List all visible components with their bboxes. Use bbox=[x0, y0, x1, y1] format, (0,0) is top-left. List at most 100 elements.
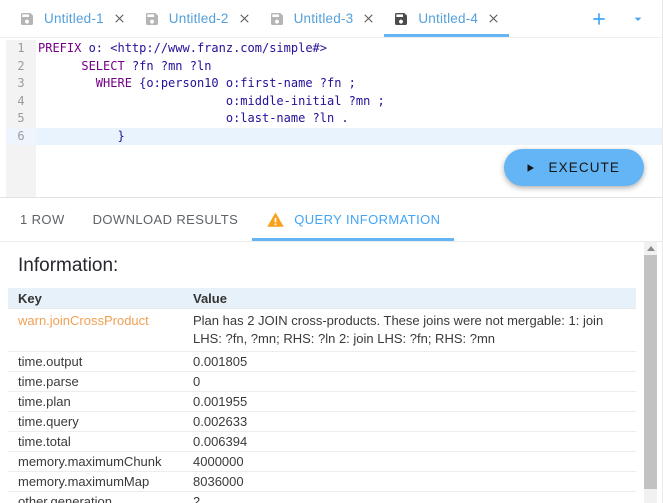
code-line-text: } bbox=[36, 128, 662, 146]
information-table: Key Value warn.joinCrossProduct Plan has… bbox=[8, 288, 636, 503]
row-value: 2 bbox=[183, 492, 636, 503]
editor-tab-label: Untitled-3 bbox=[294, 11, 354, 26]
editor-tabs: Untitled-1 Untitled-2 Untitled-3 Untitle… bbox=[10, 0, 509, 37]
save-icon[interactable] bbox=[144, 11, 160, 27]
table-row: memory.maximumChunk 4000000 bbox=[8, 452, 636, 472]
row-key: memory.maximumMap bbox=[8, 472, 183, 491]
editor-tab-untitled-3[interactable]: Untitled-3 bbox=[260, 0, 385, 37]
results-tab-query-information[interactable]: QUERY INFORMATION bbox=[252, 198, 454, 241]
query-information-panel: Information: Key Value warn.joinCrossPro… bbox=[0, 242, 662, 503]
query-editor[interactable]: 1 PREFIX o: <http://www.franz.com/simple… bbox=[0, 38, 662, 198]
code-line-text: o:last-name ?ln . bbox=[36, 110, 662, 128]
code-segment: WHERE bbox=[96, 76, 132, 90]
results-tab-label: QUERY INFORMATION bbox=[294, 212, 440, 227]
code-segment: } bbox=[38, 129, 125, 143]
editor-tab-untitled-2[interactable]: Untitled-2 bbox=[135, 0, 260, 37]
row-key: warn.joinCrossProduct bbox=[8, 309, 183, 351]
table-row: time.plan 0.001955 bbox=[8, 392, 636, 412]
table-row: other.generation 2 bbox=[8, 492, 636, 503]
code-segment bbox=[38, 59, 81, 73]
editor-tab-untitled-1[interactable]: Untitled-1 bbox=[10, 0, 135, 37]
row-value: 0 bbox=[183, 372, 636, 391]
row-key: time.query bbox=[8, 412, 183, 431]
table-row: warn.joinCrossProduct Plan has 2 JOIN cr… bbox=[8, 309, 636, 352]
row-value: 0.001955 bbox=[183, 392, 636, 411]
editor-tab-bar: Untitled-1 Untitled-2 Untitled-3 Untitle… bbox=[0, 0, 662, 38]
close-tab-icon[interactable] bbox=[487, 12, 500, 25]
row-value: 4000000 bbox=[183, 452, 636, 471]
line-number: 4 bbox=[6, 93, 36, 111]
sparql-query-page: Untitled-1 Untitled-2 Untitled-3 Untitle… bbox=[0, 0, 663, 503]
line-number: 6 bbox=[6, 128, 36, 146]
table-body: warn.joinCrossProduct Plan has 2 JOIN cr… bbox=[8, 309, 636, 503]
code-line-text: SELECT ?fn ?mn ?ln bbox=[36, 58, 662, 76]
row-key: other.generation bbox=[8, 492, 183, 503]
code-segment: PREFIX bbox=[38, 41, 81, 55]
code-line: 6 } bbox=[0, 128, 662, 146]
execute-button[interactable]: EXECUTE bbox=[504, 149, 644, 186]
save-icon[interactable] bbox=[19, 11, 35, 27]
code-line: 3 WHERE {o:person10 o:first-name ?fn ; bbox=[0, 75, 662, 93]
line-number: 2 bbox=[6, 58, 36, 76]
new-tab-plus-icon[interactable] bbox=[590, 10, 608, 28]
table-row: memory.maximumMap 8036000 bbox=[8, 472, 636, 492]
table-header-row: Key Value bbox=[8, 288, 636, 309]
editor-tab-untitled-4[interactable]: Untitled-4 bbox=[384, 0, 509, 37]
tab-bar-actions bbox=[590, 0, 662, 37]
row-key: time.output bbox=[8, 352, 183, 371]
close-tab-icon[interactable] bbox=[238, 12, 251, 25]
code-line: 4 o:middle-initial ?mn ; bbox=[0, 93, 662, 111]
row-value: 0.006394 bbox=[183, 432, 636, 451]
row-value: 8036000 bbox=[183, 472, 636, 491]
vertical-scrollbar[interactable] bbox=[644, 242, 657, 503]
row-key: memory.maximumChunk bbox=[8, 452, 183, 471]
editor-tab-label: Untitled-4 bbox=[418, 11, 478, 26]
execute-button-label: EXECUTE bbox=[549, 160, 620, 175]
results-tab-bar: 1 ROW DOWNLOAD RESULTS QUERY INFORMATION bbox=[0, 198, 662, 242]
column-header-key: Key bbox=[8, 291, 183, 306]
results-tab-label: DOWNLOAD RESULTS bbox=[93, 212, 239, 227]
table-row: time.query 0.002633 bbox=[8, 412, 636, 432]
warning-icon bbox=[266, 211, 285, 229]
line-number: 1 bbox=[6, 40, 36, 58]
save-icon[interactable] bbox=[269, 11, 285, 27]
table-row: time.total 0.006394 bbox=[8, 432, 636, 452]
tab-menu-caret-down-icon[interactable] bbox=[630, 11, 646, 27]
code-segment: ?fn ?mn ?ln bbox=[125, 59, 212, 73]
results-tab-1-row[interactable]: 1 ROW bbox=[6, 198, 79, 241]
close-tab-icon[interactable] bbox=[362, 12, 375, 25]
line-number: 5 bbox=[6, 110, 36, 128]
results-tab-label: 1 ROW bbox=[20, 212, 65, 227]
code-line-text: o:middle-initial ?mn ; bbox=[36, 93, 662, 111]
code-segment: o:last-name ?ln . bbox=[38, 111, 349, 125]
results-tab-download-results[interactable]: DOWNLOAD RESULTS bbox=[79, 198, 253, 241]
row-value: 0.001805 bbox=[183, 352, 636, 371]
code-segment bbox=[38, 76, 96, 90]
code-segment: {o:person10 o:first-name ?fn ; bbox=[132, 76, 356, 90]
scrollbar-up-arrow-icon[interactable] bbox=[647, 246, 655, 251]
line-number: 3 bbox=[6, 75, 36, 93]
code-line-text: PREFIX o: <http://www.franz.com/simple#> bbox=[36, 40, 662, 58]
play-icon bbox=[524, 161, 536, 175]
code-segment: o:middle-initial ?mn ; bbox=[38, 94, 385, 108]
code-line-text: WHERE {o:person10 o:first-name ?fn ; bbox=[36, 75, 662, 93]
code-line: 2 SELECT ?fn ?mn ?ln bbox=[0, 58, 662, 76]
code-line: 1 PREFIX o: <http://www.franz.com/simple… bbox=[0, 40, 662, 58]
row-value: 0.002633 bbox=[183, 412, 636, 431]
editor-tab-label: Untitled-2 bbox=[169, 11, 229, 26]
information-title: Information: bbox=[18, 255, 662, 277]
row-value: Plan has 2 JOIN cross-products. These jo… bbox=[183, 309, 636, 351]
row-key: time.total bbox=[8, 432, 183, 451]
column-header-value: Value bbox=[183, 291, 636, 306]
code-segment: SELECT bbox=[81, 59, 124, 73]
code-line: 5 o:last-name ?ln . bbox=[0, 110, 662, 128]
close-tab-icon[interactable] bbox=[113, 12, 126, 25]
editor-tab-label: Untitled-1 bbox=[44, 11, 104, 26]
code-segment: o: <http://www.franz.com/simple#> bbox=[81, 41, 327, 55]
save-icon[interactable] bbox=[393, 11, 409, 27]
row-key: time.plan bbox=[8, 392, 183, 411]
table-row: time.parse 0 bbox=[8, 372, 636, 392]
scrollbar-thumb[interactable] bbox=[644, 255, 657, 489]
row-key: time.parse bbox=[8, 372, 183, 391]
table-row: time.output 0.001805 bbox=[8, 352, 636, 372]
